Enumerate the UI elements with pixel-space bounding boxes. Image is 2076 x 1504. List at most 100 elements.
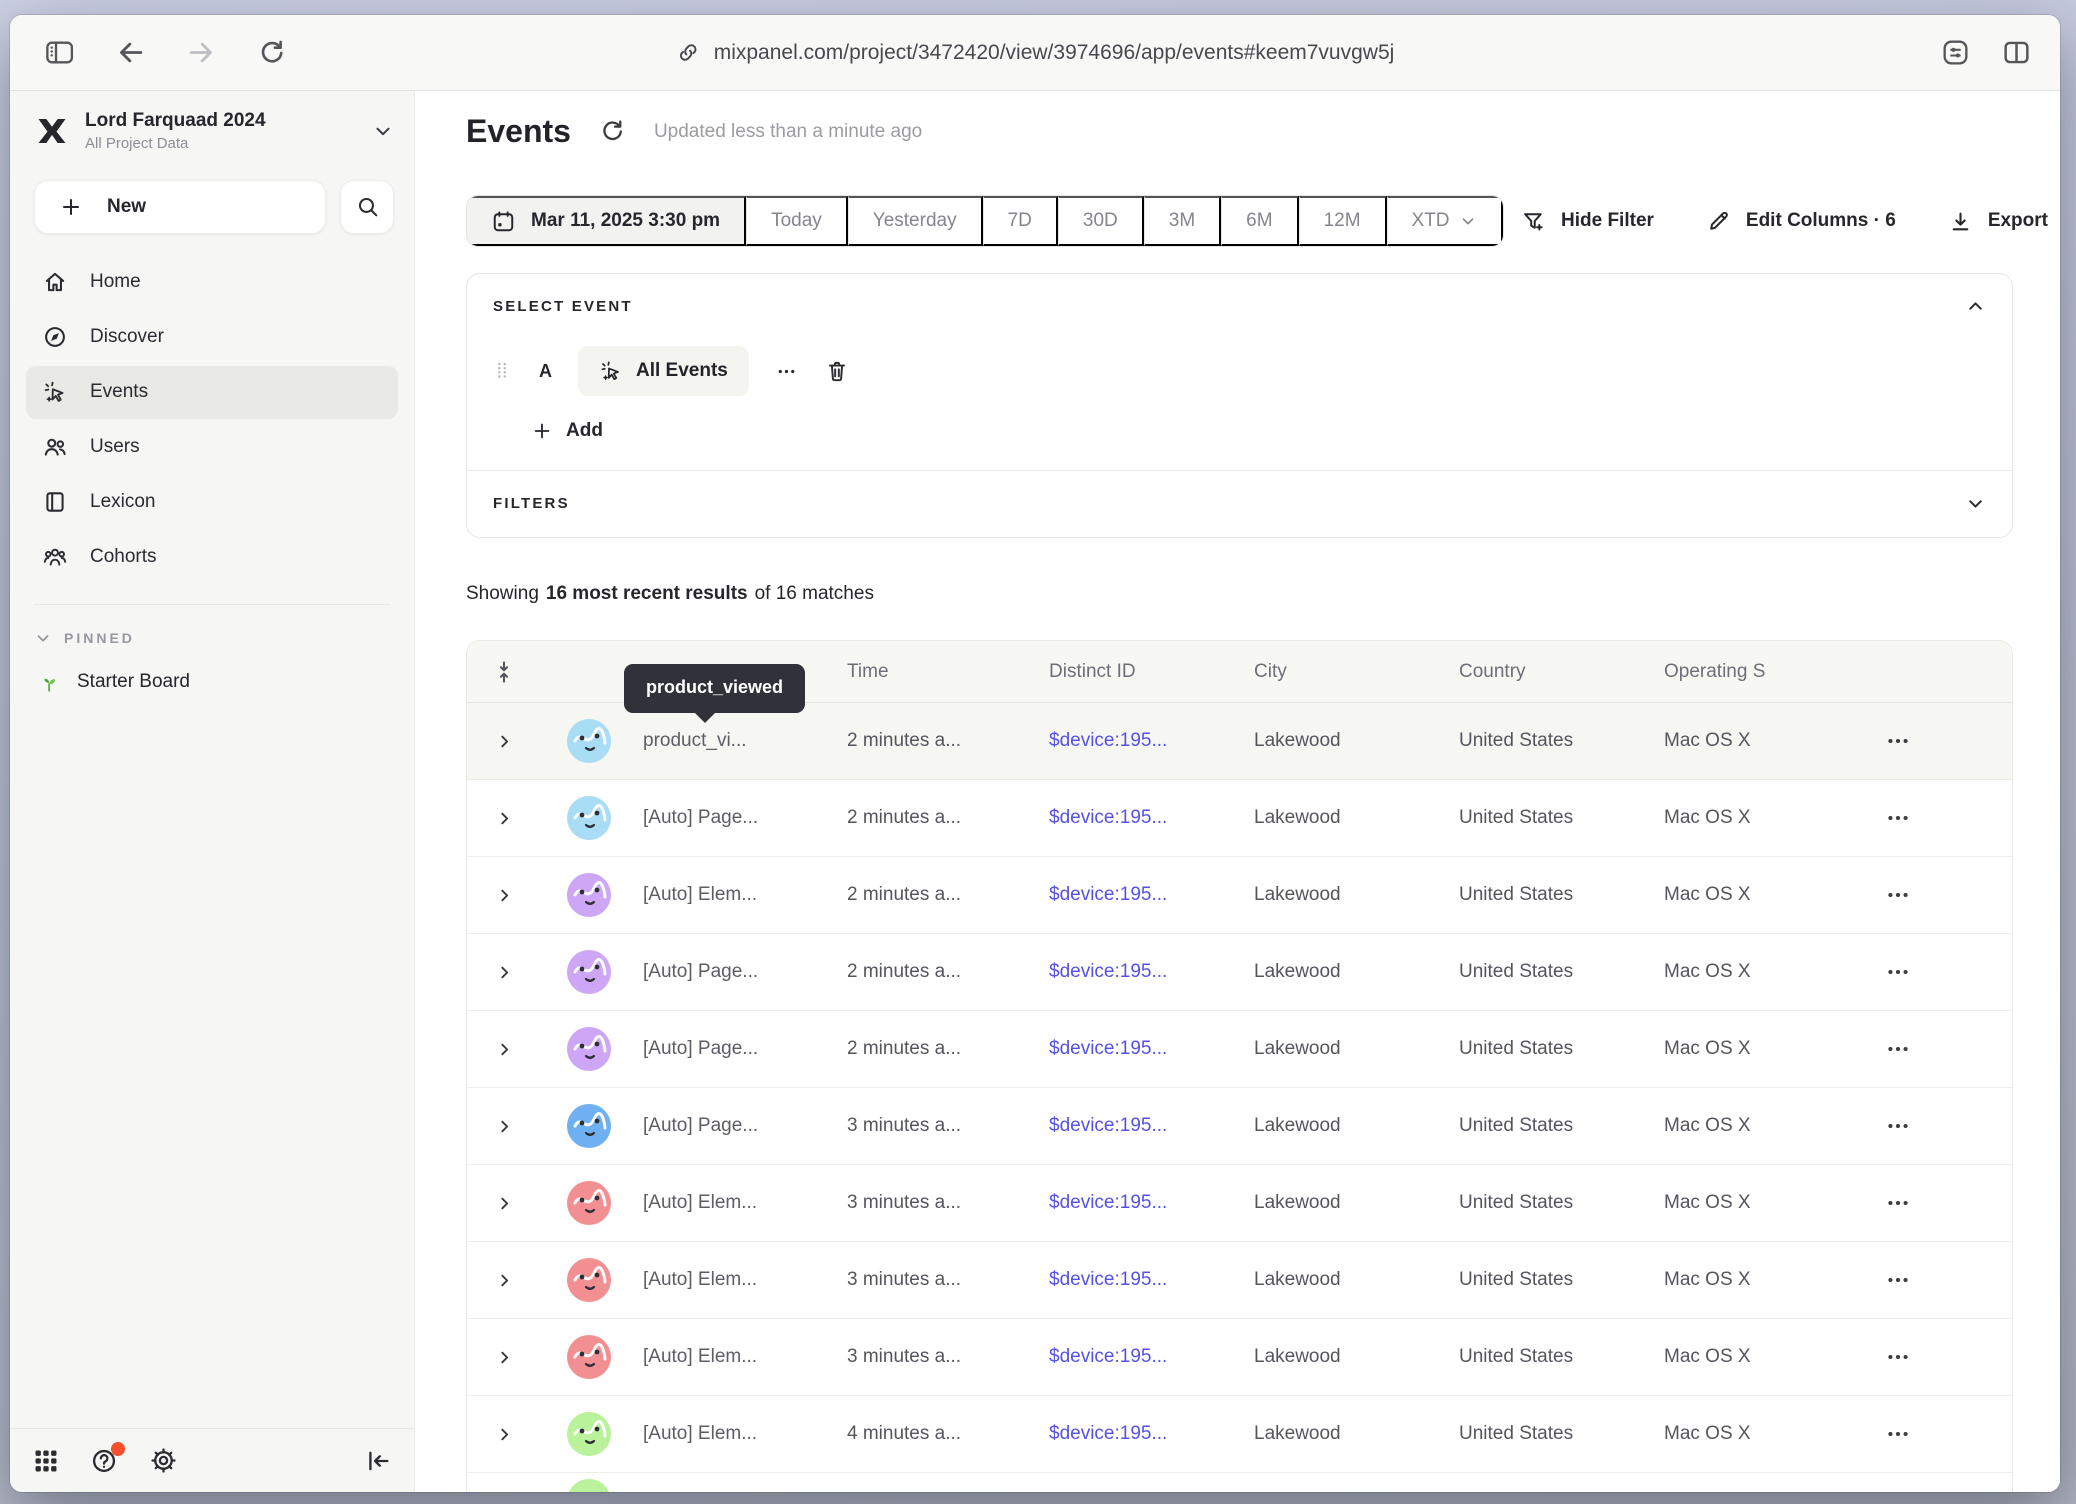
export-button[interactable]: Export	[1948, 209, 2048, 234]
drag-handle[interactable]	[491, 360, 513, 382]
hide-filter-button[interactable]: Hide Filter	[1521, 209, 1654, 234]
settings-button[interactable]	[149, 1446, 178, 1475]
expand-filters-button[interactable]	[1965, 493, 1986, 514]
apps-grid-button[interactable]	[32, 1447, 60, 1475]
sidebar-item-label: Discover	[90, 326, 164, 348]
sidebar-item-starter-board[interactable]: Starter Board	[10, 651, 414, 714]
column-header-time[interactable]: Time	[839, 661, 1041, 683]
more-options-button[interactable]	[775, 360, 798, 383]
expand-row-button[interactable]	[494, 731, 515, 752]
preset-6m-button[interactable]: 6M	[1221, 196, 1298, 246]
arrow-right-icon	[186, 37, 217, 68]
sidebar-item-events[interactable]: Events	[26, 366, 398, 419]
distinct-id-link[interactable]: $device:195...	[1041, 1192, 1246, 1214]
distinct-id-link[interactable]: $device:195...	[1041, 1346, 1246, 1368]
delete-event-button[interactable]	[824, 358, 850, 384]
chevron-right-icon	[494, 1270, 515, 1291]
row-actions-button[interactable]	[1851, 882, 1911, 908]
expand-row-button[interactable]	[494, 885, 515, 906]
sidebar-item-cohorts[interactable]: Cohorts	[26, 531, 398, 584]
collapse-section-button[interactable]	[1965, 296, 1986, 317]
collapse-sidebar-button[interactable]	[364, 1447, 392, 1475]
row-actions-button[interactable]	[1851, 1113, 1911, 1139]
expand-row-button[interactable]	[494, 1424, 515, 1445]
event-selector-pill[interactable]: All Events	[578, 346, 749, 396]
event-avatar	[567, 950, 611, 994]
event-name: [Auto] Page...	[629, 1115, 839, 1137]
date-range-button[interactable]: Mar 11, 2025 3:30 pm	[467, 196, 746, 246]
address-bar[interactable]: mixpanel.com/project/3472420/view/397469…	[676, 40, 1395, 65]
sort-control[interactable]	[491, 659, 517, 685]
row-actions-button[interactable]	[1851, 1190, 1911, 1216]
add-event-button[interactable]: Add	[531, 420, 603, 442]
event-tooltip: product_viewed	[624, 664, 805, 713]
expand-row-button[interactable]	[494, 808, 515, 829]
preset-today-button[interactable]: Today	[746, 196, 848, 246]
preset-xtd-button[interactable]: XTD	[1387, 196, 1503, 246]
event-time: 3 minutes a...	[839, 1192, 1041, 1214]
row-actions-button[interactable]	[1851, 805, 1911, 831]
event-city: Lakewood	[1246, 961, 1451, 983]
row-actions-button[interactable]	[1851, 959, 1911, 985]
row-actions-button[interactable]	[1851, 1267, 1911, 1293]
expand-row-button[interactable]	[494, 962, 515, 983]
search-button[interactable]	[340, 180, 394, 234]
expand-row-button[interactable]	[494, 1116, 515, 1137]
preset-30d-button[interactable]: 30D	[1058, 196, 1144, 246]
sidebar-item-lexicon[interactable]: Lexicon	[26, 476, 398, 529]
pinned-section-toggle[interactable]: PINNED	[10, 625, 414, 651]
row-actions-button[interactable]	[1851, 728, 1911, 754]
row-actions-button[interactable]	[1851, 1344, 1911, 1370]
distinct-id-link[interactable]: $device:195...	[1041, 730, 1246, 752]
column-header-os[interactable]: Operating S	[1656, 661, 1851, 683]
split-view-button[interactable]	[2001, 37, 2032, 68]
distinct-id-link[interactable]: $device:195...	[1041, 1115, 1246, 1137]
edit-columns-button[interactable]: Edit Columns · 6	[1706, 209, 1896, 234]
row-actions-button[interactable]	[1851, 1036, 1911, 1062]
expand-row-button[interactable]	[494, 1347, 515, 1368]
table-row[interactable]: [Auto] Elem... 4 minutes a... $device:19…	[467, 1396, 2012, 1473]
back-button[interactable]	[115, 37, 146, 68]
distinct-id-link[interactable]: $device:195...	[1041, 1269, 1246, 1291]
sidebar-item-home[interactable]: Home	[26, 256, 398, 309]
table-row[interactable]: [Auto] Elem... 2 minutes a... $device:19…	[467, 857, 2012, 934]
table-row[interactable]: [Auto] Page... 3 minutes a... $device:19…	[467, 1088, 2012, 1165]
page-settings-button[interactable]	[1940, 37, 1971, 68]
sidebar-item-users[interactable]: Users	[26, 421, 398, 474]
table-row-partial[interactable]	[467, 1473, 2012, 1492]
column-header-city[interactable]: City	[1246, 661, 1451, 683]
column-header-country[interactable]: Country	[1451, 661, 1656, 683]
distinct-id-link[interactable]: $device:195...	[1041, 884, 1246, 906]
table-row[interactable]: [Auto] Elem... 3 minutes a... $device:19…	[467, 1242, 2012, 1319]
table-row[interactable]: [Auto] Page... 2 minutes a... $device:19…	[467, 1011, 2012, 1088]
workspace-switcher[interactable]: Lord Farquaad 2024 All Project Data	[34, 109, 394, 154]
distinct-id-link[interactable]: $device:195...	[1041, 807, 1246, 829]
table-row[interactable]: [Auto] Page... 2 minutes a... $device:19…	[467, 780, 2012, 857]
distinct-id-link[interactable]: $device:195...	[1041, 961, 1246, 983]
reload-button[interactable]	[257, 38, 287, 68]
expand-row-button[interactable]	[494, 1193, 515, 1214]
preset-yesterday-button[interactable]: Yesterday	[848, 196, 983, 246]
sort-updown-icon	[491, 659, 517, 685]
query-builder-card: SELECT EVENT A All Events	[466, 273, 2013, 538]
sidebar-item-discover[interactable]: Discover	[26, 311, 398, 364]
row-actions-button[interactable]	[1851, 1421, 1911, 1447]
preset-12m-button[interactable]: 12M	[1299, 196, 1387, 246]
distinct-id-link[interactable]: $device:195...	[1041, 1038, 1246, 1060]
help-button[interactable]	[90, 1446, 119, 1475]
expand-row-button[interactable]	[494, 1039, 515, 1060]
table-row[interactable]: [Auto] Page... 2 minutes a... $device:19…	[467, 934, 2012, 1011]
table-row[interactable]: [Auto] Elem... 3 minutes a... $device:19…	[467, 1319, 2012, 1396]
event-os: Mac OS X	[1656, 1038, 1851, 1060]
refresh-button[interactable]	[599, 118, 626, 145]
column-header-distinct-id[interactable]: Distinct ID	[1041, 661, 1246, 683]
preset-7d-button[interactable]: 7D	[983, 196, 1058, 246]
event-country: United States	[1451, 1038, 1656, 1060]
table-row[interactable]: [Auto] Elem... 3 minutes a... $device:19…	[467, 1165, 2012, 1242]
preset-3m-button[interactable]: 3M	[1144, 196, 1221, 246]
browser-sidebar-toggle-button[interactable]	[44, 37, 75, 68]
new-button[interactable]: New	[34, 180, 326, 234]
expand-row-button[interactable]	[494, 1270, 515, 1291]
distinct-id-link[interactable]: $device:195...	[1041, 1423, 1246, 1445]
forward-button[interactable]	[186, 37, 217, 68]
